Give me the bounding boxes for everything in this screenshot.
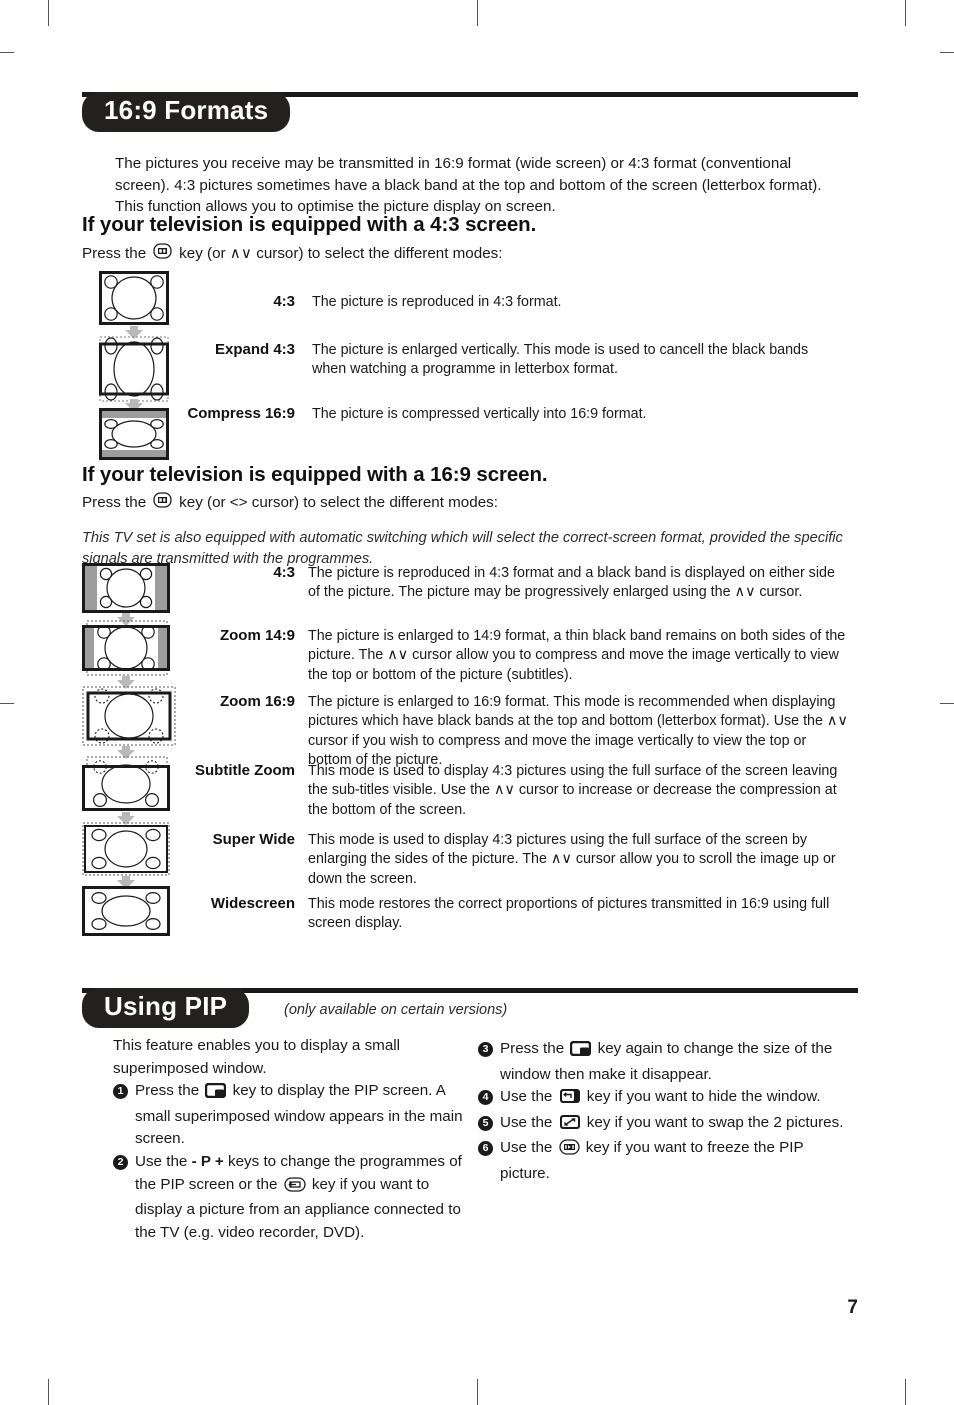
format-desc-subtitle-zoom: This mode is used to display 4:3 picture… [308,763,838,818]
format-desc-wide-43: The picture is reproduced in 4:3 format … [308,565,835,601]
format-label-zoom-149: Zoom 14:9 [219,627,295,644]
format-label-subtitle-zoom: Subtitle Zoom [195,762,295,779]
format-key-icon [153,492,172,512]
pip-step-text: Press the key to display the PIP screen.… [135,1082,463,1148]
formats-intro-text: The pictures you receive may be transmit… [115,155,822,216]
pip-step-text: Press the key again to change the size o… [500,1040,833,1083]
press-prefix-169: Press the [82,493,147,511]
pip-step-number: 6 [478,1141,493,1157]
subheading-43-screen: If your television is equipped with a 4:… [82,213,537,236]
format-label-compress-169: Compress 16:9 [187,405,295,422]
pip-step-text: Use the - P + keys to change the program… [135,1152,462,1241]
format-desc-super-wide: This mode is used to display 4:3 picture… [308,832,836,887]
format-desc-compress-169: The picture is compressed vertically int… [312,406,647,422]
press-prefix-43: Press the [82,244,147,262]
av-source-key-icon [283,1176,306,1200]
hide-window-key-icon [559,1088,581,1112]
pip-key-icon [205,1082,227,1106]
pip-step-1: 1 Press the key to display the PIP scree… [113,1080,465,1151]
freeze-key-icon [558,1139,580,1163]
press-suffix-169: key (or <> cursor) to select the differe… [179,493,498,511]
pip-step-5: 5 Use the key if you want to swap the 2 … [478,1112,848,1138]
section-title-formats: 16:9 Formats [82,92,291,132]
format-label-super-wide: Super Wide [212,831,295,848]
pip-left-column: This feature enables you to display a sm… [113,1035,465,1244]
pip-intro-text: This feature enables you to display a sm… [113,1037,401,1077]
pip-step-number: 1 [113,1084,128,1100]
pip-step-number: 4 [478,1090,493,1106]
swap-pictures-key-icon [559,1114,581,1138]
format-key-icon [153,243,172,263]
pip-step-number: 2 [113,1154,128,1170]
pip-step-text: Use the key if you want to hide the wind… [500,1086,848,1112]
manual-page: 16:9 Formats The pictures you receive ma… [0,0,954,1405]
pip-step-2: 2 Use the - P + keys to change the progr… [113,1151,465,1244]
section-header-formats: 16:9 Formats [0,92,954,134]
pip-step-number: 3 [478,1042,493,1057]
pip-step-3: 3 Press the key again to change the size… [478,1038,848,1086]
press-suffix-43: key (or ∧∨ cursor) to select the differe… [179,245,503,262]
pip-right-column: 3 Press the key again to change the size… [478,1038,848,1186]
section-header-pip: Using PIP (only available on certain ver… [0,988,954,1030]
subheading-169-screen: If your television is equipped with a 16… [82,463,548,486]
format-label-wide-43: 4:3 [273,564,295,581]
pip-step-4: 4 Use the key if you want to hide the wi… [478,1086,848,1112]
page-number: 7 [847,1297,858,1318]
press-key-line-43: Press the key (or ∧∨ cursor) to select t… [82,243,502,263]
format-desc-zoom-169: The picture is enlarged to 16:9 format. … [308,694,848,769]
format-desc-43: The picture is reproduced in 4:3 format. [312,294,562,310]
pip-step-6: 6 Use the key if you want to freeze the … [478,1137,848,1185]
format-label-43: 4:3 [273,293,295,310]
pip-key-icon [570,1040,592,1064]
format-label-zoom-169: Zoom 16:9 [219,693,295,710]
format-desc-expand-43: The picture is enlarged vertically. This… [312,342,809,378]
format-desc-widescreen: This mode restores the correct proportio… [308,896,830,932]
press-key-line-169: Press the key (or <> cursor) to select t… [82,492,498,512]
pip-step-text: Use the key if you want to freeze the PI… [500,1139,804,1182]
format-desc-zoom-149: The picture is enlarged to 14:9 format, … [308,628,846,683]
pip-step-text: Use the key if you want to swap the 2 pi… [500,1112,848,1138]
section-title-pip: Using PIP [82,988,250,1028]
format-label-expand-43: Expand 4:3 [214,341,295,358]
pip-step-number: 5 [478,1115,493,1131]
format-label-widescreen: Widescreen [210,895,295,912]
section-note-pip: (only available on certain versions) [284,1002,508,1018]
